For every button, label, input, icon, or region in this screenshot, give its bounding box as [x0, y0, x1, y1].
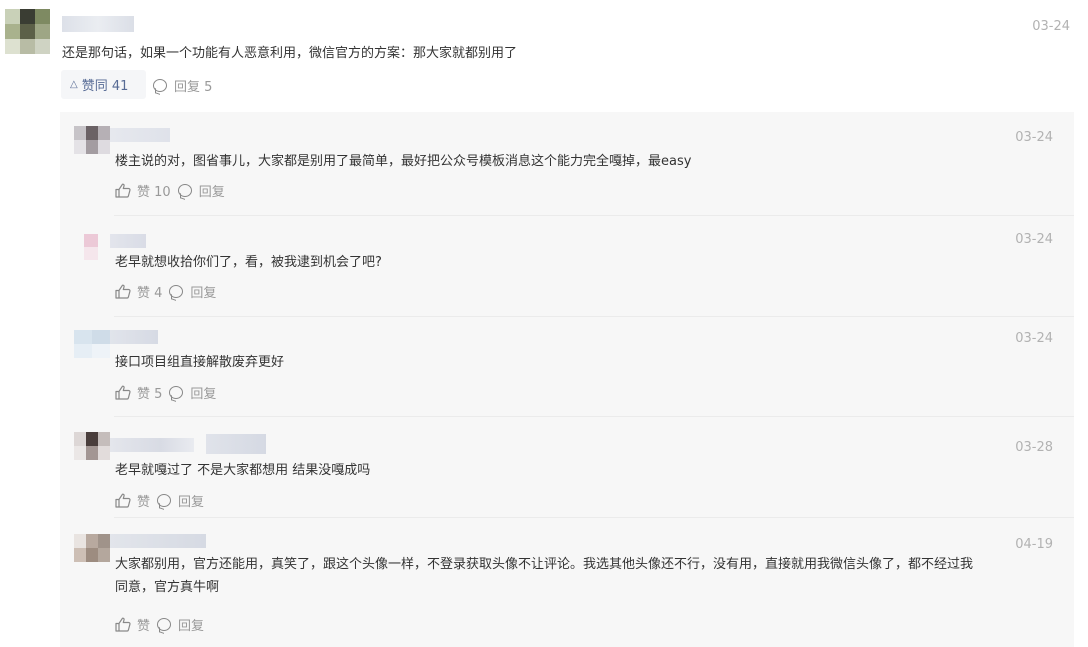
reply-actions: 赞 5 回复	[115, 383, 216, 402]
avatar[interactable]	[74, 432, 110, 460]
reply-actions: 赞 回复	[115, 615, 204, 634]
reply-text: 老早就嘎过了 不是大家都想用 结果没嘎成吗	[115, 463, 371, 478]
thumbs-up-icon[interactable]	[115, 493, 131, 508]
reply-item: 03-24 楼主说的对，图省事儿，大家都是别用了最简单，最好把公众号模板消息这个…	[60, 112, 1074, 215]
like-label: 赞同 41	[81, 79, 129, 94]
divider	[114, 517, 1074, 518]
avatar[interactable]	[74, 534, 110, 562]
avatar[interactable]	[74, 126, 110, 154]
reply-date: 03-24	[1015, 130, 1053, 145]
comment-bubble-icon	[157, 494, 172, 507]
reply-item: 03-28 老早就嘎过了 不是大家都想用 结果没嘎成吗 赞 回复	[60, 416, 1074, 517]
reply-text: 接口项目组直接解散废弃更好	[115, 355, 285, 370]
reply-date: 03-24	[1015, 232, 1053, 247]
avatar[interactable]	[84, 234, 98, 260]
avatar[interactable]	[74, 330, 110, 358]
username-suffix-blurred	[206, 434, 266, 454]
divider	[114, 416, 1074, 417]
like-label[interactable]: 赞	[137, 615, 150, 634]
replies-panel: 03-24 楼主说的对，图省事儿，大家都是别用了最简单，最好把公众号模板消息这个…	[60, 112, 1074, 647]
reply-actions: 赞 10 回复	[115, 181, 225, 200]
reply-date: 03-28	[1015, 440, 1053, 455]
thumbs-up-icon[interactable]	[115, 385, 131, 400]
reply-button[interactable]: 回复	[199, 181, 225, 200]
divider	[114, 215, 1074, 216]
like-label[interactable]: 赞 5	[137, 383, 162, 402]
comment-bubble-icon	[169, 285, 184, 298]
username-blurred	[110, 534, 206, 548]
reply-item: 03-24 老早就想收拾你们了，看，被我逮到机会了吧? 赞 4 回复	[60, 215, 1074, 316]
reply-button[interactable]: 回复 5	[153, 76, 212, 95]
thumbs-up-icon[interactable]	[115, 617, 131, 632]
reply-actions: 赞 回复	[115, 491, 204, 510]
comment-bubble-icon	[177, 184, 192, 197]
username-blurred	[110, 128, 170, 142]
reply-item: 03-24 接口项目组直接解散废弃更好 赞 5 回复	[60, 316, 1074, 416]
reply-date: 03-24	[1015, 331, 1053, 346]
username-blurred	[110, 234, 146, 248]
reply-button[interactable]: 回复	[190, 383, 216, 402]
divider	[114, 316, 1074, 317]
like-label[interactable]: 赞 10	[137, 181, 171, 200]
top-comment: 03-24 还是那句话，如果一个功能有人恶意利用，微信官方的方案：那大家就都别用…	[0, 0, 1088, 112]
comment-bubble-icon	[157, 618, 172, 631]
comment-text: 还是那句话，如果一个功能有人恶意利用，微信官方的方案：那大家就都别用了	[62, 46, 518, 61]
comment-bubble-icon	[169, 386, 184, 399]
reply-button[interactable]: 回复	[190, 282, 216, 301]
reply-label: 回复 5	[174, 80, 213, 95]
thumbs-up-icon[interactable]	[115, 284, 131, 299]
reply-date: 04-19	[1015, 537, 1053, 552]
username-blurred	[110, 438, 194, 452]
reply-text: 老早就想收拾你们了，看，被我逮到机会了吧?	[115, 255, 382, 270]
username-blurred	[62, 16, 134, 32]
reply-text: 楼主说的对，图省事儿，大家都是别用了最简单，最好把公众号模板消息这个能力完全嘎掉…	[115, 154, 692, 169]
like-label[interactable]: 赞 4	[137, 282, 162, 301]
like-button[interactable]: △ 赞同 41	[61, 70, 146, 99]
reply-button[interactable]: 回复	[178, 615, 204, 634]
reply-actions: 赞 4 回复	[115, 282, 216, 301]
reply-text-line1: 大家都别用，官方还能用，真笑了，跟这个头像一样，不登录获取头像不让评论。我选其他…	[115, 557, 974, 572]
comment-bubble-icon	[153, 79, 167, 92]
comment-date: 03-24	[1032, 19, 1070, 34]
avatar[interactable]	[5, 9, 50, 54]
reply-button[interactable]: 回复	[178, 491, 204, 510]
triangle-up-icon: △	[70, 79, 78, 90]
thumbs-up-icon[interactable]	[115, 183, 131, 198]
reply-text-line2: 同意，官方真牛啊	[115, 580, 220, 595]
like-label[interactable]: 赞	[137, 491, 150, 510]
reply-item: 04-19 大家都别用，官方还能用，真笑了，跟这个头像一样，不登录获取头像不让评…	[60, 517, 1074, 647]
username-blurred	[110, 330, 158, 344]
